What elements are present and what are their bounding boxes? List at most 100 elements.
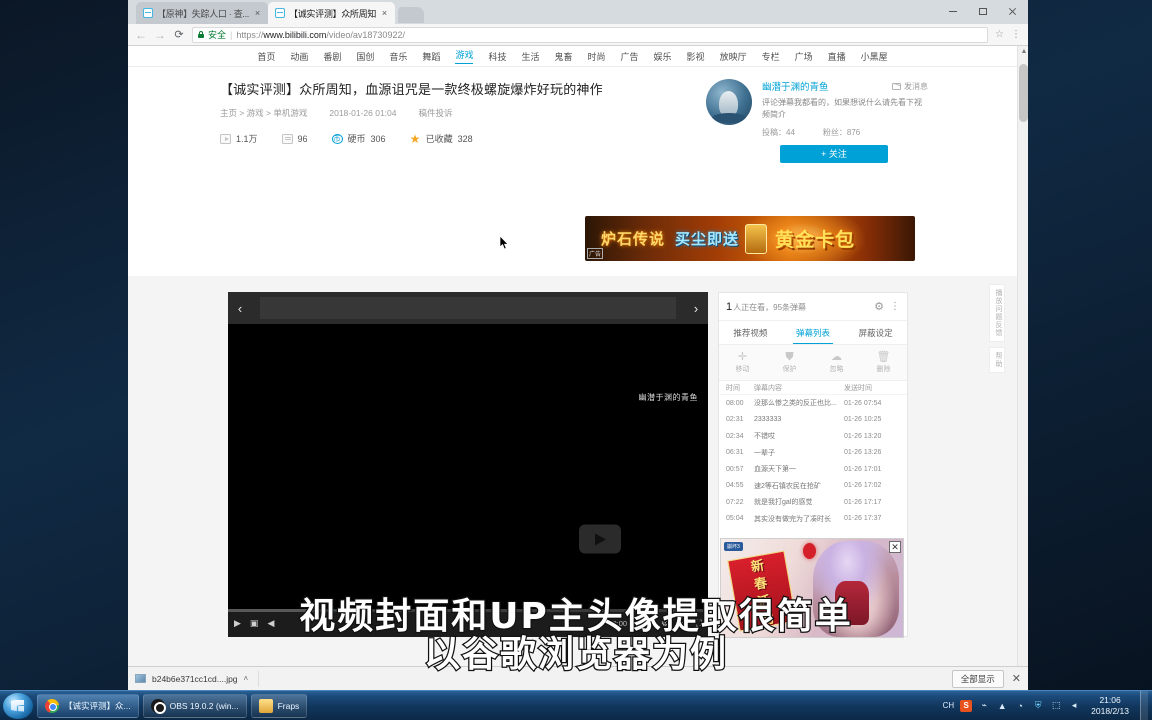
breadcrumb[interactable]: 主页 > 游戏 > 单机游戏 [220,107,307,119]
browser-tab-2-close-icon[interactable]: × [380,8,389,18]
settings-gear-icon[interactable]: ⚙ [661,618,669,629]
play-button-icon[interactable]: ▶ [234,618,241,629]
security-shield-icon[interactable]: ⛨ [1032,700,1044,712]
ime-extra-icon[interactable]: ⌁ [978,700,990,712]
popup-advertisement[interactable]: 崩坏3 新 春 活 动 ✕ [720,538,904,638]
popup-ad-close-icon[interactable]: ✕ [889,541,901,553]
download-item[interactable]: b24b6e371cc1cd....jpg ˄ [135,670,260,687]
nav-item-16[interactable]: 广场 [795,50,813,63]
nav-item-11[interactable]: 广告 [621,50,639,63]
video-player[interactable]: ‹ › 幽潜于渊的青鱼 ▶ ▣ ◀ 00:00 / 15:02 ⚙ ▭ ⛶ [228,292,708,637]
follow-button[interactable]: + 关注 [780,144,888,163]
help-tab[interactable]: 帮助 [989,347,1005,373]
nav-item-0[interactable]: 首页 [257,50,275,63]
start-button[interactable] [3,692,33,719]
action-delete[interactable]: 🗑 删除 [860,345,907,380]
widescreen-icon[interactable]: ▭ [678,618,687,629]
minimize-button[interactable] [938,0,968,24]
bookmark-star-icon[interactable]: ☆ [995,29,1004,40]
volume-icon[interactable]: ◀ [267,618,274,629]
nav-item-5[interactable]: 舞蹈 [422,50,440,63]
send-message-button[interactable]: 发消息 [892,81,928,92]
table-row[interactable]: 05:04 其实没有做完为了凑时长 01-26 17:37 [719,511,907,528]
popup-ad-banner-text: 新 春 活 动 [727,550,797,632]
tab-danmaku-list[interactable]: 弹幕列表 [782,321,845,344]
browser-tab-2[interactable]: 【诚实评测】众所周知 × [268,2,396,24]
gear-icon[interactable]: ⚙ [874,300,884,313]
action-move[interactable]: ✛ 移动 [719,345,766,380]
nav-item-4[interactable]: 音乐 [389,50,407,63]
action-protect[interactable]: ⛊ 保护 [766,345,813,380]
reload-icon[interactable]: ⟳ [173,28,185,41]
chevron-left-icon[interactable]: ‹ [232,301,248,316]
new-tab-button[interactable] [398,7,425,23]
page-scrollbar[interactable]: ▲ ▼ [1017,46,1028,690]
nav-item-8[interactable]: 生活 [521,50,539,63]
progress-handle[interactable] [328,608,334,613]
nav-item-9[interactable]: 鬼畜 [554,50,572,63]
chevron-up-icon[interactable]: ˄ [244,674,249,683]
table-row[interactable]: 02:31 2333333 01-26 10:25 [719,412,907,429]
hearthstone-ad-banner[interactable]: 炉石传说 买尘即送 黄金卡包 广告 [585,216,915,261]
browser-tab-1[interactable]: 【原神】失踪人口 · 查... × [136,2,269,24]
scroll-up-icon[interactable]: ▲ [1021,48,1028,55]
monitor-icon[interactable]: ⬚ [1050,700,1062,712]
table-row[interactable]: 02:34 不错哎 01-26 13:20 [719,428,907,445]
table-row[interactable]: 00:57 血源天下第一 01-26 17:01 [719,461,907,478]
table-row[interactable]: 08:00 没那么惨之类的反正也比... 01-26 07:54 [719,395,907,412]
nav-item-15[interactable]: 专栏 [762,50,780,63]
close-download-shelf-icon[interactable]: ✕ [1012,672,1021,685]
maximize-button[interactable] [968,0,998,24]
action-ignore[interactable]: ☁ 忽略 [813,345,860,380]
nav-item-13[interactable]: 影视 [687,50,705,63]
danmaku-toggle-icon[interactable]: ▣ [250,618,259,629]
nav-item-2[interactable]: 番剧 [323,50,341,63]
playback-feedback-tab[interactable]: 播放问题反馈 [989,284,1005,342]
nav-item-10[interactable]: 时尚 [588,50,606,63]
tab-block-settings[interactable]: 屏蔽设定 [844,321,907,344]
nav-item-7[interactable]: 科技 [488,50,506,63]
sogou-ime-icon[interactable]: S [960,699,973,712]
show-hidden-icons-icon[interactable]: ▲ [996,700,1008,712]
back-icon[interactable]: ← [135,28,147,42]
table-row[interactable]: 06:31 一辈子 01-26 13:26 [719,445,907,462]
show-desktop-button[interactable] [1140,690,1148,720]
table-row[interactable]: 04:55 速2等石镇农民在抢矿 01-26 17:02 [719,478,907,495]
progress-bar[interactable] [228,608,708,613]
table-row[interactable]: 07:22 就是我打gal的感觉 01-26 17:17 [719,494,907,511]
nav-item-3[interactable]: 国创 [356,50,374,63]
nav-item-17[interactable]: 直播 [828,50,846,63]
kebab-menu-icon[interactable]: ⋮ [890,302,900,312]
nav-item-1[interactable]: 动画 [290,50,308,63]
stat-coin[interactable]: 币 硬币 306 [331,132,386,145]
nav-item-14[interactable]: 放映厅 [720,50,747,63]
taskbar-item-fraps[interactable]: Fraps [250,693,308,718]
player-stage: ‹ › 幽潜于渊的青鱼 ▶ ▣ ◀ 00:00 / 15:02 ⚙ ▭ ⛶ 1人… [128,276,1017,690]
chrome-menu-icon[interactable]: ⋮ [1011,29,1021,39]
player-video-area[interactable]: 幽潜于渊的青鱼 ▶ ▣ ◀ 00:00 / 15:02 ⚙ ▭ ⛶ [228,324,708,637]
close-window-button[interactable] [998,0,1028,24]
nav-item-12[interactable]: 娱乐 [654,50,672,63]
fullscreen-icon[interactable]: ⛶ [696,618,702,629]
report-link[interactable]: 稿件投诉 [419,107,453,119]
nav-item-18[interactable]: 小黑屋 [861,50,888,63]
forward-icon[interactable]: → [154,28,166,42]
taskbar-item-obs[interactable]: OBS 19.0.2 (win... [142,693,247,718]
taskbar-clock[interactable]: 21:06 2018/2/13 [1086,695,1134,716]
show-all-downloads-button[interactable]: 全部显示 [951,669,1004,688]
address-bar[interactable]: 安全 | https://www.bilibili.com/video/av18… [192,26,989,43]
avatar[interactable] [706,79,752,125]
browser-tab-1-close-icon[interactable]: × [253,8,262,18]
volume-icon[interactable]: ◂ [1068,700,1080,712]
play-overlay-button[interactable] [579,524,621,553]
url-protocol: https:// [236,29,264,40]
nav-item-6[interactable]: 游戏 [455,48,474,64]
uploader-name[interactable]: 幽潜于渊的青鱼 [762,79,829,93]
scrollbar-thumb[interactable] [1019,64,1028,122]
ime-indicator[interactable]: CH [943,701,955,710]
chevron-right-icon[interactable]: › [688,301,704,316]
stat-favorite[interactable]: ★ 已收藏 328 [410,132,473,145]
tab-recommended-videos[interactable]: 推荐视频 [719,321,782,344]
network-icon[interactable]: ◔ [1014,700,1026,712]
taskbar-item-chrome[interactable]: 【诚实评测】众... [37,693,139,718]
